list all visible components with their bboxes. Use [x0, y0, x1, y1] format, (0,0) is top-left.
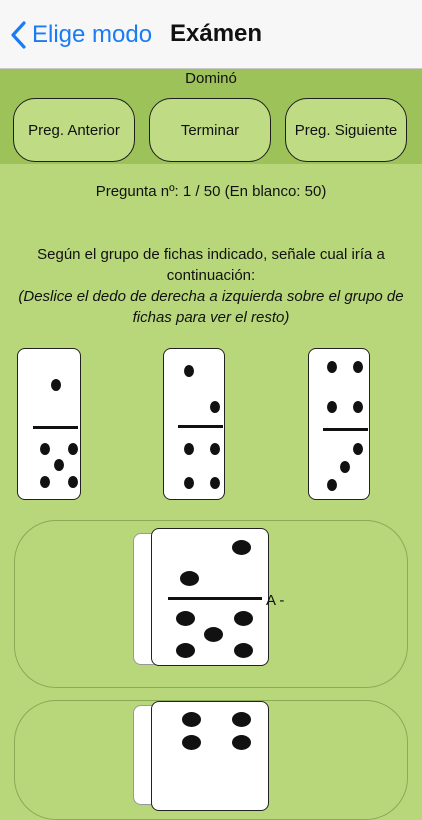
previous-question-button[interactable]: Preg. Anterior [13, 98, 135, 162]
answer-option-b[interactable] [14, 700, 408, 820]
answer-option-a[interactable]: A - [14, 520, 408, 688]
navigation-bar: Elige modo Exámen [0, 0, 422, 69]
swipe-hint: (Deslice el dedo de derecha a izquierda … [18, 288, 404, 326]
back-label: Elige modo [32, 21, 153, 48]
next-question-button[interactable]: Preg. Siguiente [285, 98, 407, 162]
domino-tile [308, 348, 370, 500]
domino-tile [163, 348, 225, 500]
domino-tile [17, 348, 81, 500]
question-prompt: Según el grupo de fichas indicado, señal… [14, 244, 408, 328]
page-title: Exámen [170, 20, 263, 47]
section-title: Dominó [185, 70, 237, 87]
finish-button[interactable]: Terminar [149, 98, 271, 162]
answer-label: A - [266, 592, 285, 609]
answer-domino [151, 528, 269, 666]
question-counter: Pregunta nº: 1 / 50 (En blanco: 50) [95, 183, 327, 200]
answer-domino [151, 701, 269, 811]
prompt-text: Según el grupo de fichas indicado, señal… [37, 246, 385, 284]
chevron-left-icon [11, 21, 26, 49]
back-button[interactable]: Elige modo [10, 18, 152, 52]
